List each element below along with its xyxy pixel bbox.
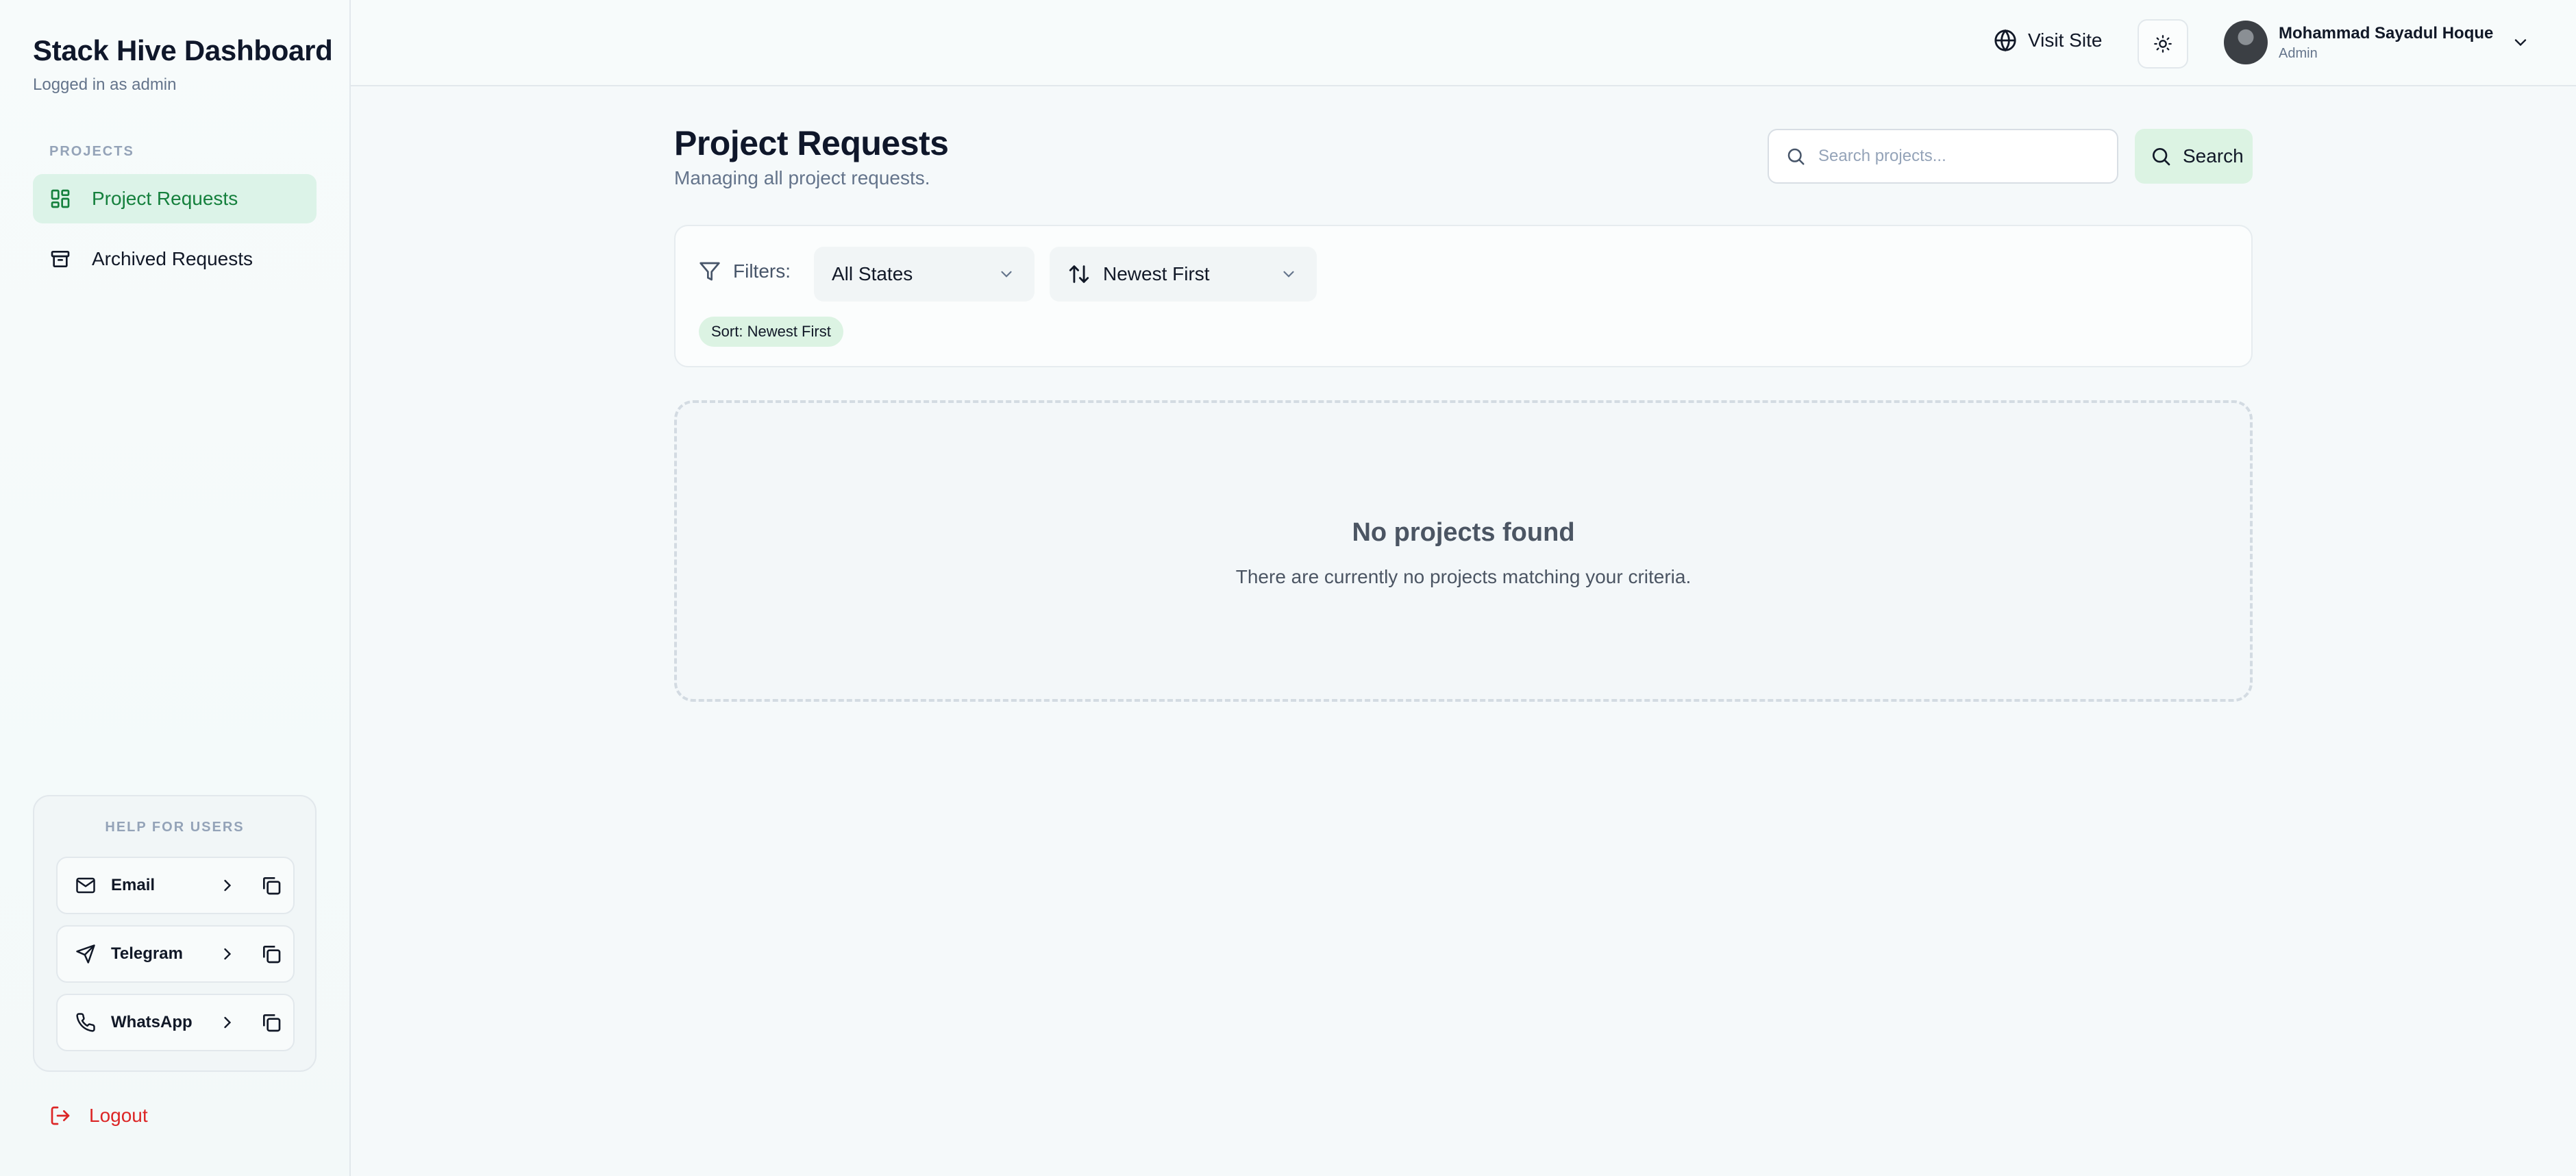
empty-state: No projects found There are currently no… (674, 400, 2253, 702)
user-info: Mohammad Sayadul Hoque Admin (2279, 24, 2493, 62)
app-title: Stack Hive Dashboard (33, 34, 333, 66)
logout-button[interactable]: Logout (49, 1105, 148, 1127)
chevron-down-icon (1280, 265, 1298, 283)
chevron-right-icon[interactable] (218, 944, 237, 964)
help-panel: HELP FOR USERS Email Telegram WhatsApp (33, 795, 317, 1072)
logout-icon (49, 1105, 71, 1127)
phone-icon (75, 1012, 96, 1033)
filters-label-text: Filters: (733, 260, 791, 282)
search-icon (2150, 145, 2172, 167)
sidebar: Stack Hive Dashboard Logged in as admin … (0, 0, 351, 1176)
logout-label: Logout (89, 1105, 148, 1126)
search-input[interactable] (1818, 147, 2092, 166)
sidebar-item-label: Archived Requests (92, 248, 253, 269)
help-item-telegram[interactable]: Telegram (56, 925, 295, 983)
sort-select-value: Newest First (1103, 263, 1210, 284)
theme-toggle-button[interactable] (2138, 19, 2188, 69)
top-header: Visit Site Mohammad Sayadul Hoque Admin (351, 0, 2576, 86)
state-filter-select[interactable]: All States (814, 247, 1035, 302)
globe-icon (1994, 29, 2017, 52)
sidebar-item-label: Project Requests (92, 188, 238, 209)
state-filter-value: All States (832, 263, 913, 284)
help-item-label: Email (111, 876, 156, 894)
help-item-label: Telegram (111, 944, 183, 963)
filter-icon (699, 260, 721, 282)
page-subtitle: Managing all project requests. (674, 167, 930, 188)
filters-panel: Filters: All States Newest First Sort: N… (674, 225, 2253, 367)
search-button[interactable]: Search (2135, 129, 2253, 184)
search-field[interactable] (1768, 129, 2118, 184)
dashboard-icon (49, 188, 71, 210)
sort-arrows-icon (1067, 262, 1091, 286)
help-item-whatsapp[interactable]: WhatsApp (56, 994, 295, 1051)
copy-icon[interactable] (260, 1012, 282, 1033)
sidebar-item-archived-requests[interactable]: Archived Requests (33, 234, 317, 284)
mail-icon (75, 875, 96, 896)
chevron-down-icon[interactable] (2511, 33, 2530, 52)
login-status: Logged in as admin (33, 75, 177, 94)
sort-select[interactable]: Newest First (1050, 247, 1317, 302)
empty-state-title: No projects found (1352, 518, 1575, 547)
search-button-label: Search (2183, 145, 2244, 167)
visit-site-link[interactable]: Visit Site (1994, 29, 2102, 52)
empty-state-message: There are currently no projects matching… (1235, 566, 1692, 587)
nav-section-label: PROJECTS (49, 144, 134, 159)
archive-icon (49, 248, 71, 270)
sidebar-item-project-requests[interactable]: Project Requests (33, 174, 317, 223)
help-title: HELP FOR USERS (105, 820, 245, 835)
avatar (2224, 21, 2268, 64)
active-sort-chip: Sort: Newest First (699, 317, 843, 347)
help-item-email[interactable]: Email (56, 857, 295, 914)
filters-label: Filters: (699, 260, 791, 282)
chevron-right-icon[interactable] (218, 876, 237, 895)
sun-icon (2153, 34, 2172, 53)
user-name: Mohammad Sayadul Hoque (2279, 23, 2494, 42)
user-role: Admin (2279, 45, 2318, 61)
user-menu[interactable]: Mohammad Sayadul Hoque Admin (2224, 21, 2530, 64)
copy-icon[interactable] (260, 943, 282, 965)
copy-icon[interactable] (260, 874, 282, 896)
visit-site-label: Visit Site (2028, 29, 2103, 51)
search-icon (1785, 146, 1806, 167)
send-icon (75, 944, 96, 964)
chevron-right-icon[interactable] (218, 1013, 237, 1032)
page-title: Project Requests (674, 124, 949, 162)
brand: Stack Hive Dashboard Logged in as admin (33, 34, 333, 95)
chevron-down-icon (998, 265, 1015, 283)
help-item-label: WhatsApp (111, 1013, 193, 1031)
